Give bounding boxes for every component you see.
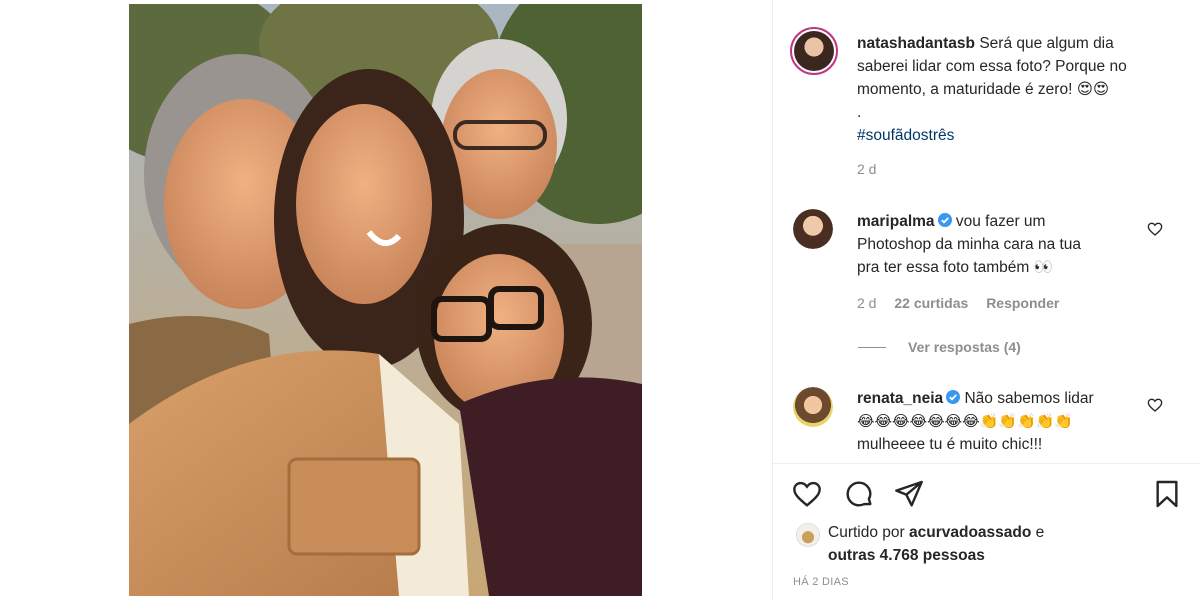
likes-conjunction: e — [1035, 524, 1045, 541]
comment-avatar-renata-neia[interactable] — [793, 387, 833, 427]
heart-icon[interactable] — [791, 478, 823, 510]
view-replies-line — [858, 347, 886, 348]
caption-dot: . — [857, 104, 862, 121]
comment-text-line-1: vou fazer um — [955, 213, 1046, 230]
share-icon[interactable] — [893, 478, 925, 510]
author-avatar[interactable] — [790, 27, 838, 75]
comment-text-line-2: Photoshop da minha cara na tua — [857, 236, 1082, 253]
comment-like-heart-icon[interactable] — [1147, 221, 1163, 237]
actions-divider — [772, 463, 1200, 464]
comment-username[interactable]: maripalma — [857, 213, 935, 230]
post-age: 2 d — [857, 161, 877, 177]
caption-line-1: Será que algum dia — [979, 35, 1114, 52]
caption-hashtag[interactable]: #soufãdostrês — [857, 127, 954, 144]
liker-avatar[interactable] — [796, 523, 820, 547]
comment-icon[interactable] — [843, 478, 875, 510]
comment-meta: 2 d 22 curtidas Responder — [857, 295, 1059, 311]
bookmark-icon[interactable] — [1151, 478, 1183, 510]
caption-line-3: momento, a maturidade é zero! 😍😍 — [857, 81, 1110, 98]
liker-username[interactable]: acurvadoassado — [909, 524, 1031, 541]
panel-divider — [772, 0, 773, 600]
comment-text-line-3: mulheeee tu é muito chic!!! — [857, 436, 1043, 453]
likes-others-link[interactable]: outras 4.768 pessoas — [828, 547, 985, 564]
view-replies-button[interactable]: Ver respostas (4) — [908, 339, 1021, 355]
likes-summary: Curtido por acurvadoassado e outras 4.76… — [828, 521, 1168, 567]
comment-avatar-maripalma[interactable] — [793, 209, 833, 249]
comment-renata-neia: renata_neia Não sabemos lidar 😂😂😂😂😂😂😂👏👏👏… — [857, 387, 1147, 456]
caption-line-2: saberei lidar com essa foto? Porque no — [857, 58, 1127, 75]
comment-age: 2 d — [857, 295, 877, 311]
comment-text-line-3: pra ter essa foto também 👀 — [857, 259, 1053, 276]
comment-username[interactable]: renata_neia — [857, 390, 943, 407]
verified-icon — [937, 213, 952, 227]
comment-text-line-2: 😂😂😂😂😂😂😂👏👏👏👏👏 — [857, 412, 1074, 430]
post-caption: natashadantasb Será que algum dia sabere… — [857, 32, 1177, 147]
post-photo[interactable] — [129, 4, 642, 596]
verified-icon — [946, 390, 961, 404]
photo-illustration — [129, 4, 642, 596]
likes-prefix: Curtido por — [828, 524, 905, 541]
comment-like-heart-icon[interactable] — [1147, 397, 1163, 413]
comment-maripalma: maripalma vou fazer um Photoshop da minh… — [857, 210, 1137, 279]
comment-reply-button[interactable]: Responder — [986, 295, 1059, 311]
comment-text-line-1: Não sabemos lidar — [964, 390, 1094, 407]
author-username[interactable]: natashadantasb — [857, 35, 975, 52]
comment-like-count[interactable]: 22 curtidas — [894, 295, 968, 311]
post-timestamp: HÁ 2 DIAS — [793, 576, 849, 588]
